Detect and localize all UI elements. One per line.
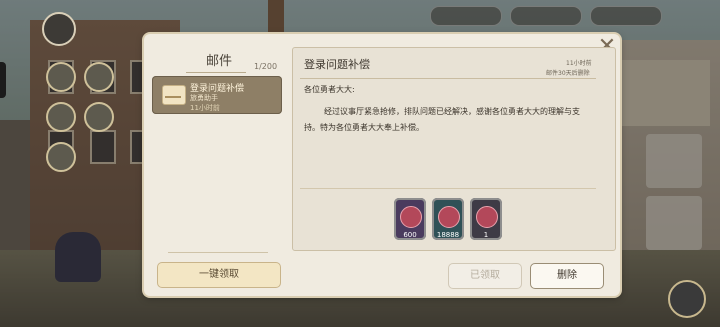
- menu-icon[interactable]: [46, 62, 76, 92]
- player-avatar[interactable]: [42, 12, 76, 46]
- mail-list-item[interactable]: 登录问题补偿 旅勇助手 11小时前: [152, 76, 282, 114]
- attachment-quantity: 1: [483, 231, 489, 239]
- list-divider: [168, 252, 268, 253]
- attachment-item[interactable]: 600: [394, 198, 426, 240]
- side-menu-button[interactable]: [668, 280, 706, 318]
- envelope-icon: [162, 85, 186, 105]
- currency-pill: [430, 6, 502, 26]
- mail-item-sender: 旅勇助手: [190, 94, 218, 102]
- claim-all-button[interactable]: 一键领取: [157, 262, 281, 288]
- mail-expire-note: 邮件30天后删除: [546, 70, 590, 77]
- gem-icon: [400, 206, 422, 228]
- attachment-item[interactable]: 1: [470, 198, 502, 240]
- attachment-item[interactable]: 18888: [432, 198, 464, 240]
- mail-item-time: 11小时前: [190, 104, 220, 112]
- mail-greeting: 各位勇者大大:: [304, 85, 355, 94]
- attachment-quantity: 600: [403, 231, 417, 239]
- mail-detail-time: 11小时前: [566, 60, 592, 67]
- currency-pill: [590, 6, 662, 26]
- edge-handle: [0, 62, 6, 98]
- detail-divider: [300, 78, 596, 79]
- attachment-quantity: 18888: [436, 231, 460, 239]
- attachment-divider: [300, 188, 596, 189]
- ticket-icon: [476, 206, 498, 228]
- mail-count: 1/200: [254, 62, 278, 71]
- delete-button[interactable]: 删除: [530, 263, 604, 289]
- currency-pill: [510, 6, 582, 26]
- coin-icon: [438, 206, 460, 228]
- menu-icon[interactable]: [46, 102, 76, 132]
- mail-body: 经过议事厅紧急抢修，排队问题已经解决，感谢各位勇者大大的理解与支持。特为各位勇者…: [304, 107, 580, 132]
- mail-detail-title: 登录问题补偿: [304, 58, 370, 71]
- menu-icon[interactable]: [84, 62, 114, 92]
- menu-icon[interactable]: [84, 102, 114, 132]
- menu-icon[interactable]: [46, 142, 76, 172]
- claimed-button: 已领取: [448, 263, 522, 289]
- title-divider: [186, 72, 246, 73]
